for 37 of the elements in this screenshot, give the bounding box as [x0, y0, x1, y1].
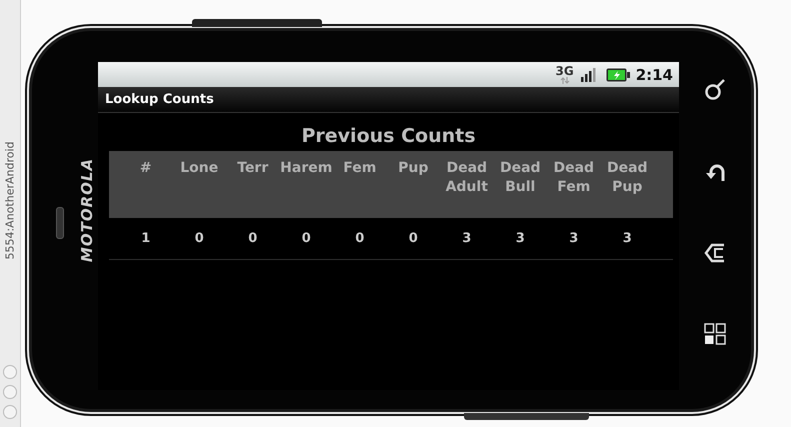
grid-menu-icon[interactable]: [704, 323, 726, 345]
table-cell-text: 0: [247, 231, 258, 246]
table-cell-text: 0: [408, 231, 419, 246]
speaker-slot: [56, 207, 64, 239]
column-header: Dead Bull: [498, 159, 542, 197]
column-header: Harem: [280, 159, 333, 178]
battery-icon: [606, 68, 630, 82]
table-cell-text: 3: [461, 231, 472, 246]
column-header: Dead Pup: [606, 159, 649, 197]
table-cell-text: 3: [622, 231, 633, 246]
column-header: Terr: [236, 159, 270, 178]
brand-logo: MOTOROLA: [78, 158, 96, 262]
window-control[interactable]: [3, 365, 17, 379]
column-header: Fem: [342, 159, 378, 178]
window-control[interactable]: [3, 405, 17, 419]
table-cell-text: 1: [140, 231, 152, 246]
table-cell-text: 3: [514, 231, 526, 246]
side-key[interactable]: [464, 413, 589, 420]
column-header: Dead Adult: [444, 159, 489, 197]
search-icon[interactable]: [704, 79, 726, 101]
table-cell-text: 0: [300, 231, 312, 246]
table-cell-text: 0: [194, 231, 205, 246]
column-header: #: [138, 159, 153, 178]
network-type: 3G: [555, 65, 574, 77]
back-icon[interactable]: [704, 243, 726, 263]
emulator-title: 5554:AnotherAndroid: [4, 140, 16, 260]
status-time: 2:14: [636, 66, 673, 84]
table-cell-text: 0: [354, 231, 366, 246]
column-header: Pup: [397, 159, 430, 178]
section-heading: Previous Counts: [300, 125, 477, 149]
column-header: Lone: [179, 159, 220, 178]
app-title: Lookup Counts: [105, 92, 214, 107]
column-header: Dead Fem: [552, 159, 596, 197]
table-cell-text: 3: [568, 231, 580, 246]
data-arrows-icon: [560, 77, 570, 84]
window-control[interactable]: [3, 385, 17, 399]
power-key[interactable]: [192, 19, 322, 27]
